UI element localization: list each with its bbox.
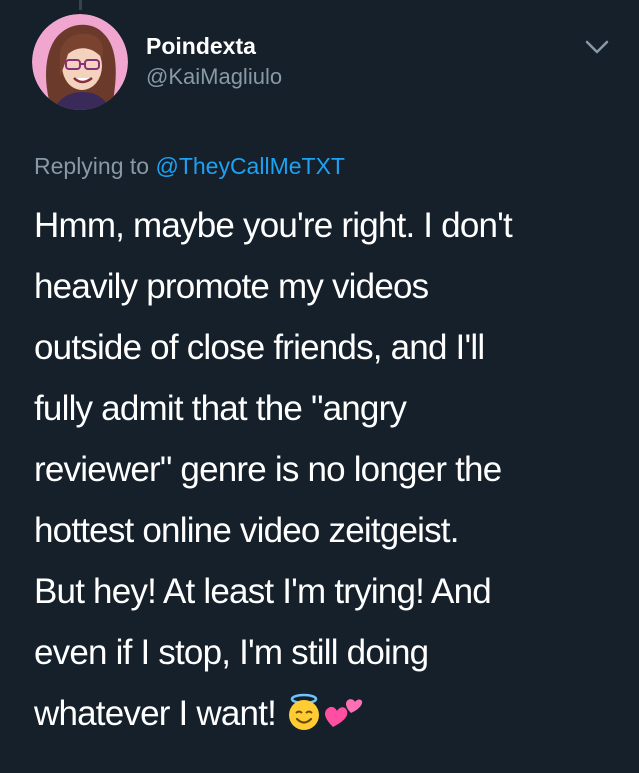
thread-connector-line [79,0,82,10]
tweet-line: hottest online video zeitgeist. [34,511,459,550]
author-names: Poindexta @KaiMagliulo [146,32,282,92]
tweet-header: Poindexta @KaiMagliulo [32,14,612,114]
tweet-line: heavily promote my videos [34,267,429,306]
avatar[interactable] [32,14,128,110]
replying-to-line: Replying to @TheyCallMeTXT [34,150,345,182]
author-display-name[interactable]: Poindexta [146,32,282,60]
avatar-illustration [32,14,128,110]
author-handle[interactable]: @KaiMagliulo [146,62,282,92]
tweet-line: reviewer" genre is no longer the [34,450,502,489]
chevron-down-icon[interactable] [582,36,612,58]
replying-to-prefix: Replying to [34,153,156,179]
tweet-text: Hmm, maybe you're right. I don't heavily… [34,195,624,750]
tweet-line: whatever I want! [34,694,277,733]
tweet-last-line: whatever I want! [34,683,624,750]
smiling-face-with-halo-icon [285,689,323,750]
two-hearts-icon [323,689,363,750]
tweet-line: outside of close friends, and I'll [34,328,485,367]
tweet-line: fully admit that the "angry [34,389,407,428]
tweet-line: even if I stop, I'm still doing [34,633,429,672]
tweet-line: Hmm, maybe you're right. I don't [34,206,513,245]
replying-to-mention-link[interactable]: @TheyCallMeTXT [155,153,345,179]
tweet-line: But hey! At least I'm trying! And [34,572,492,611]
